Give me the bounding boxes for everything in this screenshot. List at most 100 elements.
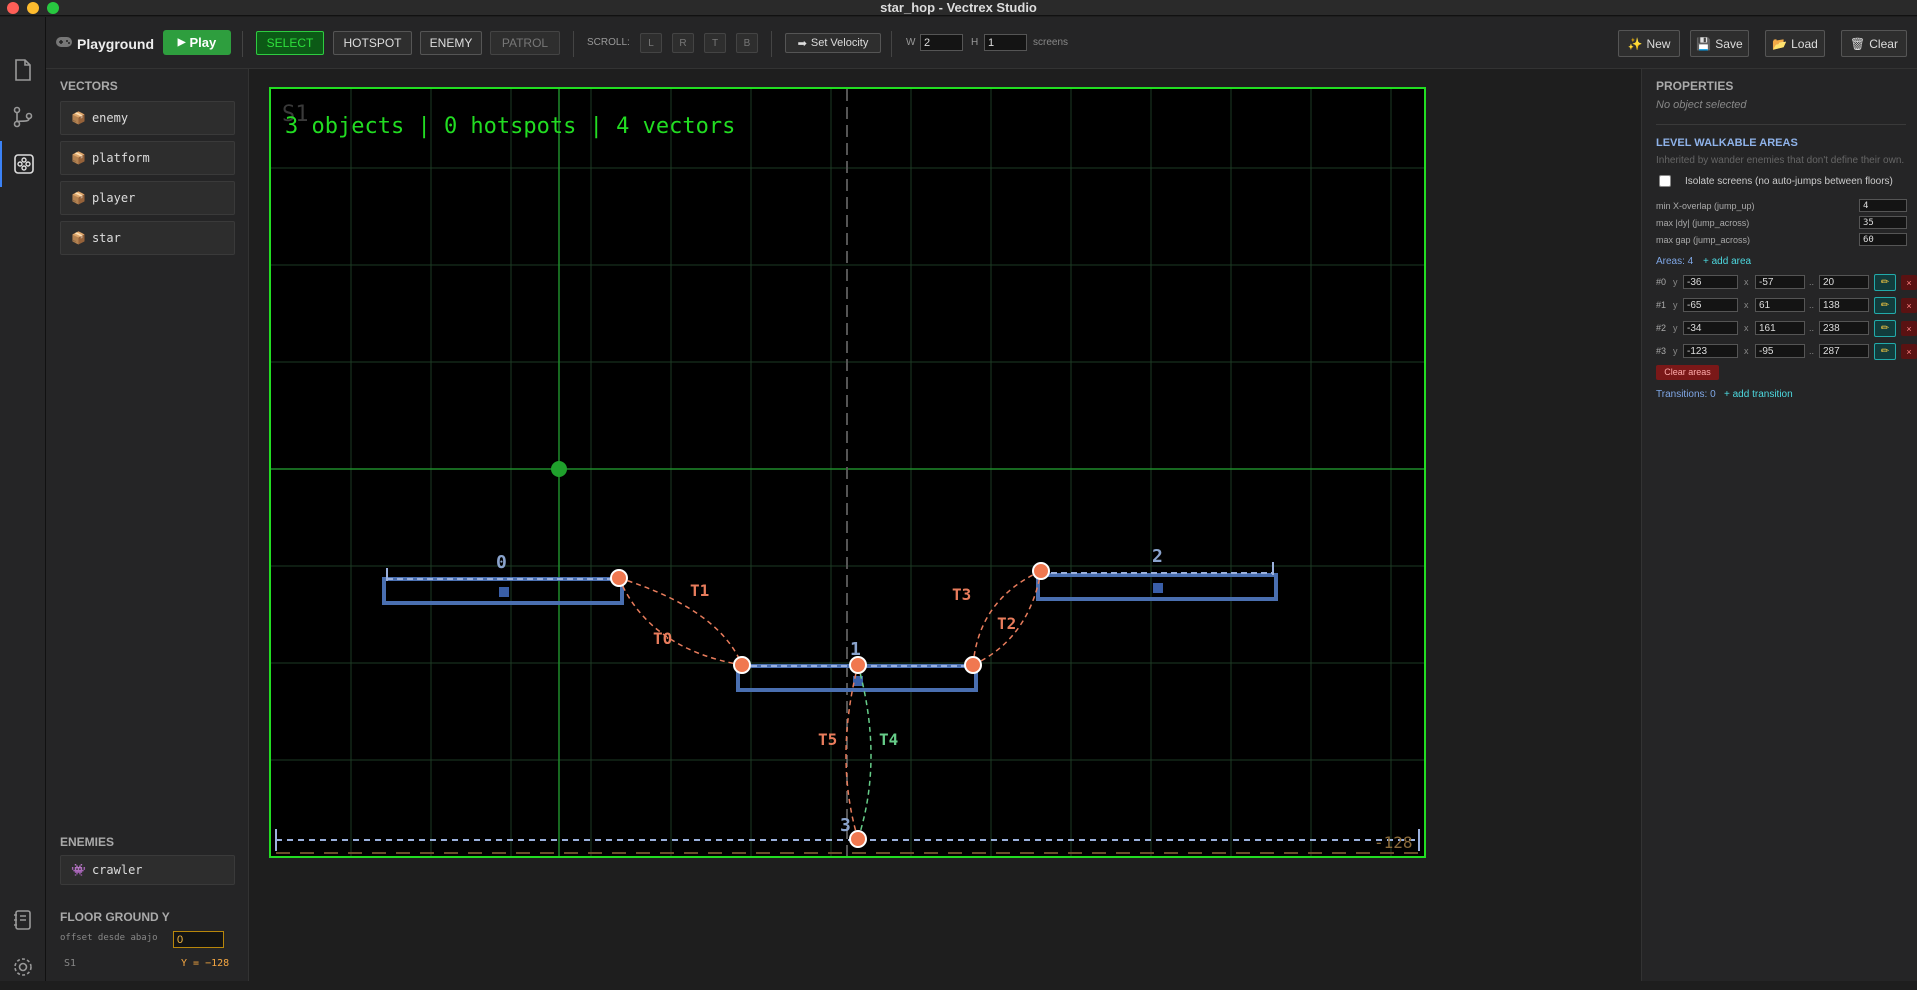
area-delete-button[interactable]: × [1901, 344, 1917, 359]
area-edit-button[interactable]: ✏ [1874, 343, 1896, 360]
origin-marker[interactable] [551, 461, 567, 477]
mode-patrol-button[interactable]: PATROL [490, 31, 560, 55]
area-range-separator: .. [1809, 323, 1815, 333]
enemy-item-crawler[interactable]: 👾 crawler [60, 855, 235, 885]
area-edit-button[interactable]: ✏ [1874, 297, 1896, 314]
close-icon: × [1906, 277, 1912, 288]
area-delete-button[interactable]: × [1901, 275, 1917, 290]
add-transition-link[interactable]: + add transition [1724, 389, 1793, 400]
scroll-right-button[interactable]: R [672, 33, 694, 53]
set-velocity-button[interactable]: ➡ Set Velocity [785, 33, 881, 53]
area-y-label: y [1673, 346, 1678, 356]
transition-node[interactable] [849, 656, 867, 674]
sparkle-icon: ✨ [1627, 36, 1643, 51]
param-label-dy: max |dy| (jump_across) [1656, 218, 1750, 228]
height-screens-input[interactable] [984, 34, 1027, 51]
floor-offset-input[interactable] [173, 931, 224, 948]
scroll-top-button[interactable]: T [704, 33, 726, 53]
transition-node[interactable] [1032, 562, 1050, 580]
vectors-title: VECTORS [60, 79, 118, 93]
area-y-input[interactable] [1683, 275, 1738, 289]
platform-2-label: 2 [1152, 546, 1163, 567]
area-y-label: y [1673, 323, 1678, 333]
save-button[interactable]: 💾 Save [1690, 30, 1749, 57]
area-x1-input[interactable] [1755, 275, 1805, 289]
area-x1-input[interactable] [1755, 344, 1805, 358]
area-y-input[interactable] [1683, 344, 1738, 358]
area-y-input[interactable] [1683, 321, 1738, 335]
area-x-label: x [1744, 346, 1749, 356]
area-row: #1 y x.. ✏ × [1642, 297, 1917, 315]
pencil-icon: ✏ [1880, 323, 1890, 334]
properties-title: PROPERTIES [1656, 79, 1734, 93]
floor-title: FLOOR GROUND Y [60, 910, 170, 924]
param-label-gap: max gap (jump_across) [1656, 235, 1751, 245]
vector-item-star[interactable]: 📦 star [60, 221, 235, 255]
param-input-gap[interactable] [1859, 233, 1907, 246]
package-icon: 📦 [71, 191, 86, 205]
area-range-separator: .. [1809, 277, 1815, 287]
trash-icon: 🗑 [1850, 36, 1866, 51]
vector-item-platform[interactable]: 📦 platform [60, 141, 235, 175]
manual-icon[interactable] [0, 897, 46, 943]
areas-count: Areas: 4 [1656, 256, 1694, 267]
new-button[interactable]: ✨ New [1618, 30, 1680, 57]
width-screens-input[interactable] [920, 34, 963, 51]
area-edit-button[interactable]: ✏ [1874, 274, 1896, 291]
folder-icon: 📂 [1772, 36, 1788, 51]
mode-select-button[interactable]: SELECT [256, 31, 324, 55]
area-x-label: x [1744, 300, 1749, 310]
mode-hotspot-button[interactable]: HOTSPOT [333, 31, 412, 55]
isolate-screens-label: Isolate screens (no auto-jumps between f… [1685, 176, 1893, 187]
scroll-left-button[interactable]: L [640, 33, 662, 53]
mode-enemy-button[interactable]: ENEMY [420, 31, 482, 55]
play-icon: ▶ [177, 37, 186, 48]
area-x2-input[interactable] [1819, 298, 1869, 312]
package-icon: 📦 [71, 231, 86, 245]
area-row: #0 y x.. ✏ × [1642, 274, 1917, 292]
width-label: W [906, 37, 916, 48]
settings-gear-icon[interactable] [0, 944, 46, 990]
scroll-label: SCROLL: [587, 37, 630, 48]
load-button[interactable]: 📂 Load [1765, 30, 1825, 57]
level-canvas[interactable]: S1 3 objects | 0 hotspots | 4 vectors -1… [249, 69, 1641, 981]
screen-label: S1 [64, 958, 77, 969]
clear-button[interactable]: 🗑 Clear [1841, 30, 1907, 57]
area-y-input[interactable] [1683, 298, 1738, 312]
transitions-count: Transitions: 0 [1656, 389, 1716, 400]
source-control-icon[interactable] [0, 94, 46, 140]
area-x2-input[interactable] [1819, 344, 1869, 358]
isolate-screens-checkbox[interactable] [1659, 175, 1671, 187]
play-button[interactable]: ▶ Play [163, 30, 231, 55]
scroll-bottom-button[interactable]: B [736, 33, 758, 53]
transition-node[interactable] [610, 569, 628, 587]
area-x2-input[interactable] [1819, 321, 1869, 335]
vector-item-enemy[interactable]: 📦 enemy [60, 101, 235, 135]
add-area-link[interactable]: + add area [1703, 256, 1751, 267]
pencil-icon: ✏ [1880, 277, 1890, 288]
transition-node[interactable] [849, 830, 867, 848]
area-x1-input[interactable] [1755, 321, 1805, 335]
vector-item-player[interactable]: 📦 player [60, 181, 235, 215]
playground-icon[interactable] [0, 141, 46, 187]
clear-areas-button[interactable]: Clear areas [1656, 365, 1719, 380]
explorer-icon[interactable] [0, 47, 46, 93]
platform-3-label: 3 [840, 815, 851, 836]
window-title: star_hop - Vectrex Studio [880, 0, 1037, 15]
param-input-dy[interactable] [1859, 216, 1907, 229]
param-input-jump-up[interactable] [1859, 199, 1907, 212]
area-x1-input[interactable] [1755, 298, 1805, 312]
area-delete-button[interactable]: × [1901, 321, 1917, 336]
transition-node[interactable] [733, 656, 751, 674]
area-x2-input[interactable] [1819, 275, 1869, 289]
transition-node[interactable] [964, 656, 982, 674]
area-edit-button[interactable]: ✏ [1874, 320, 1896, 337]
enemies-title: ENEMIES [60, 835, 115, 849]
canvas-stats: 3 objects | 0 hotspots | 4 vectors [285, 114, 735, 139]
area-delete-button[interactable]: × [1901, 298, 1917, 313]
area-id: #3 [1656, 346, 1667, 356]
close-icon: × [1906, 346, 1912, 357]
area-y-label: y [1673, 300, 1678, 310]
floppy-icon: 💾 [1696, 36, 1712, 51]
left-panel: VECTORS 📦 enemy 📦 platform 📦 player 📦 star E… [46, 69, 249, 981]
